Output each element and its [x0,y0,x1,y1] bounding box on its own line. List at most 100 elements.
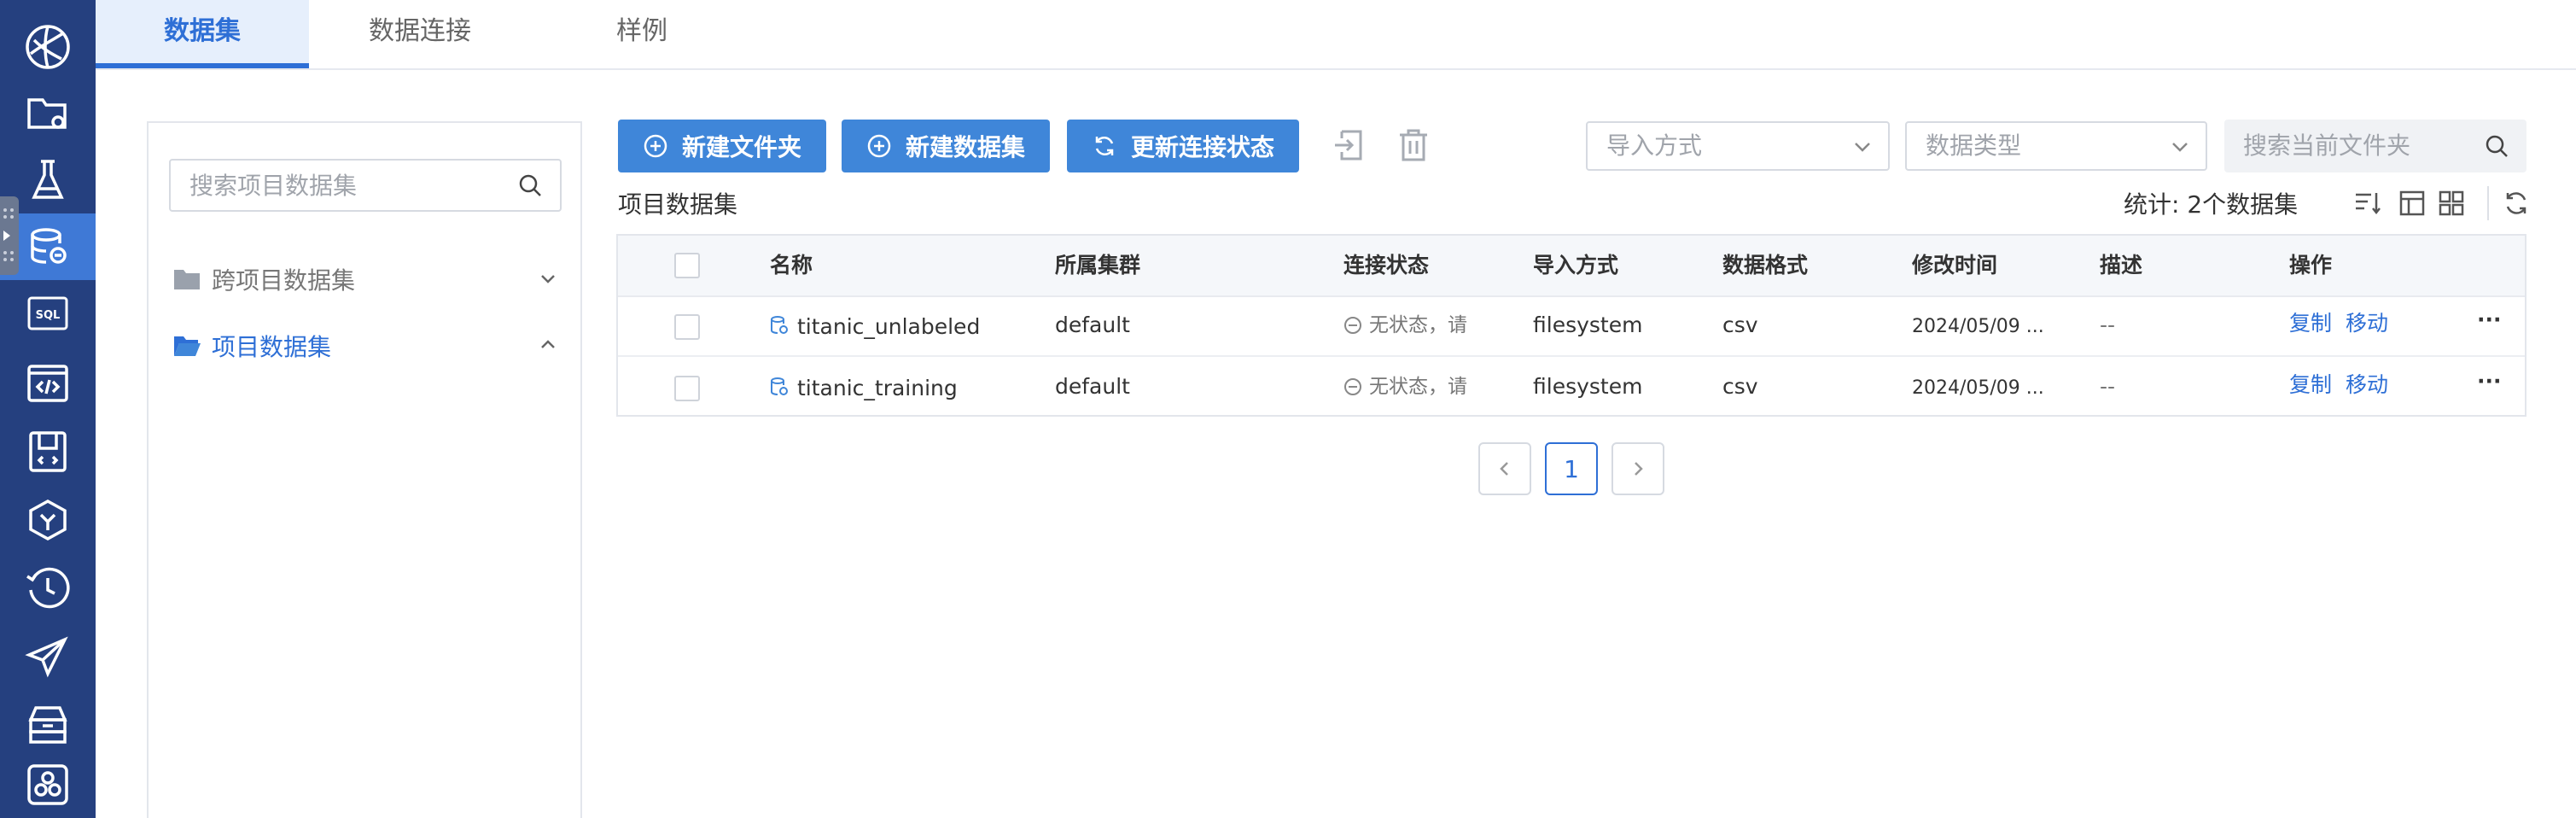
move-link[interactable]: 移动 [2346,372,2388,398]
model-icon[interactable] [0,487,96,553]
col-cluster: 所属集群 [1055,253,1141,278]
chevron-up-icon[interactable] [538,335,558,355]
dataset-count: 统计: 2个数据集 [2124,190,2299,219]
page-button-current[interactable]: 1 [1545,442,1598,495]
new-dataset-label: 新建数据集 [905,133,1025,161]
tree-item-label: 跨项目数据集 [212,266,356,295]
select-all-checkbox[interactable] [674,253,700,278]
tree-item-label: 项目数据集 [212,333,332,361]
new-dataset-button[interactable]: 新建数据集 [842,120,1050,172]
chevron-down-icon[interactable] [538,268,558,289]
history-icon[interactable] [0,555,96,622]
more-actions-icon[interactable]: ··· [2477,307,2502,333]
import-method-select[interactable]: 导入方式 [1586,121,1890,171]
copy-link[interactable]: 复制 [2289,372,2332,398]
notebook-icon[interactable] [0,418,96,485]
code-icon[interactable] [0,350,96,417]
dataset-tree-panel: 跨项目数据集 项目数据集 [147,121,582,818]
dataset-icon [771,316,788,334]
left-nav-rail: SQL [0,0,96,818]
send-icon[interactable] [0,623,96,690]
dataset-icon [771,377,788,395]
table-row[interactable]: titanic_training default 无状态，请 filesyste… [618,357,2525,417]
refresh-status-label: 更新连接状态 [1130,133,1274,161]
new-folder-button[interactable]: 新建文件夹 [618,120,826,172]
status-cell: 无状态，请 [1343,313,1467,338]
dataset-name[interactable]: titanic_unlabeled [770,314,980,340]
plus-circle-icon [867,134,891,158]
logo-icon[interactable] [0,14,96,80]
tree-item-project[interactable]: 项目数据集 [172,324,565,367]
format-cell: csv [1722,313,1758,337]
table-header: 名称 所属集群 连接状态 导入方式 数据格式 修改时间 描述 操作 [618,236,2525,297]
col-modified: 修改时间 [1912,253,1998,278]
tab-examples[interactable]: 样例 [574,0,710,68]
next-page-button[interactable] [1611,442,1664,495]
data-type-placeholder: 数据类型 [1926,131,2022,160]
project-dataset-search-input[interactable] [171,161,522,210]
dataset-name-text: titanic_unlabeled [797,314,981,339]
import-icon[interactable] [1330,126,1367,164]
top-tabs: 数据集 数据连接 样例 [96,0,2576,70]
new-folder-label: 新建文件夹 [681,133,801,161]
import-method-placeholder: 导入方式 [1606,131,1703,160]
grid-view-icon[interactable] [2436,188,2467,219]
delete-icon[interactable] [1395,126,1432,164]
format-cell: csv [1722,374,1758,399]
status-text: 无状态，请 [1369,376,1467,398]
status-cell: 无状态，请 [1343,374,1467,400]
modified-cell: 2024/05/09 ... [1912,316,2044,337]
dataset-name-text: titanic_training [797,376,958,400]
modified-cell: 2024/05/09 ... [1912,377,2044,399]
tree-item-cross-project[interactable]: 跨项目数据集 [172,258,565,301]
tab-datasets[interactable]: 数据集 [96,0,309,68]
plus-circle-icon [644,134,667,158]
import-cell: filesystem [1533,313,1643,337]
col-actions: 操作 [2289,253,2333,278]
sql-icon[interactable]: SQL [0,280,96,347]
copy-link[interactable]: 复制 [2289,311,2332,336]
status-none-icon [1344,317,1361,334]
tab-data-connections[interactable]: 数据连接 [318,0,522,68]
reload-icon[interactable] [2501,188,2532,219]
storage-icon[interactable] [0,692,96,758]
refresh-connection-status-button[interactable]: 更新连接状态 [1067,120,1299,172]
section-title: 项目数据集 [618,190,738,219]
folder-settings-icon[interactable] [0,80,96,147]
data-type-select[interactable]: 数据类型 [1905,121,2207,171]
sort-icon[interactable] [2352,188,2383,219]
col-status: 连接状态 [1343,253,1430,278]
col-desc: 描述 [2100,253,2143,278]
row-checkbox[interactable] [674,314,700,340]
folder-icon [174,270,200,289]
row-checkbox[interactable] [674,376,700,401]
folder-open-icon [174,336,201,356]
search-icon[interactable] [2484,133,2509,159]
cluster-cell: default [1055,313,1130,337]
chevron-down-icon [2172,143,2188,152]
desc-cell: -- [2100,374,2116,399]
search-icon[interactable] [517,172,543,198]
table-row[interactable]: titanic_unlabeled default 无状态，请 filesyst… [618,295,2525,357]
col-import: 导入方式 [1533,253,1619,278]
prev-page-button[interactable] [1478,442,1531,495]
move-link[interactable]: 移动 [2346,311,2388,336]
col-name: 名称 [770,253,813,278]
chevron-left-icon [1500,462,1508,476]
dataset-name[interactable]: titanic_training [770,376,958,401]
toolbar-divider [2487,186,2489,220]
folder-search-input[interactable]: 搜索当前文件夹 [2224,120,2526,172]
svg-text:SQL: SQL [36,309,61,322]
collapse-handle[interactable] [0,196,19,275]
list-view-icon[interactable] [2397,188,2427,219]
import-cell: filesystem [1533,374,1643,399]
project-dataset-search [169,159,562,212]
desc-cell: -- [2100,313,2116,337]
more-actions-icon[interactable]: ··· [2477,369,2502,394]
apps-icon[interactable] [0,751,96,818]
status-none-icon [1344,378,1361,395]
refresh-icon [1095,136,1114,156]
folder-search-placeholder: 搜索当前文件夹 [2243,131,2411,160]
chevron-right-icon [1635,462,1643,476]
chevron-down-icon [1855,143,1870,152]
